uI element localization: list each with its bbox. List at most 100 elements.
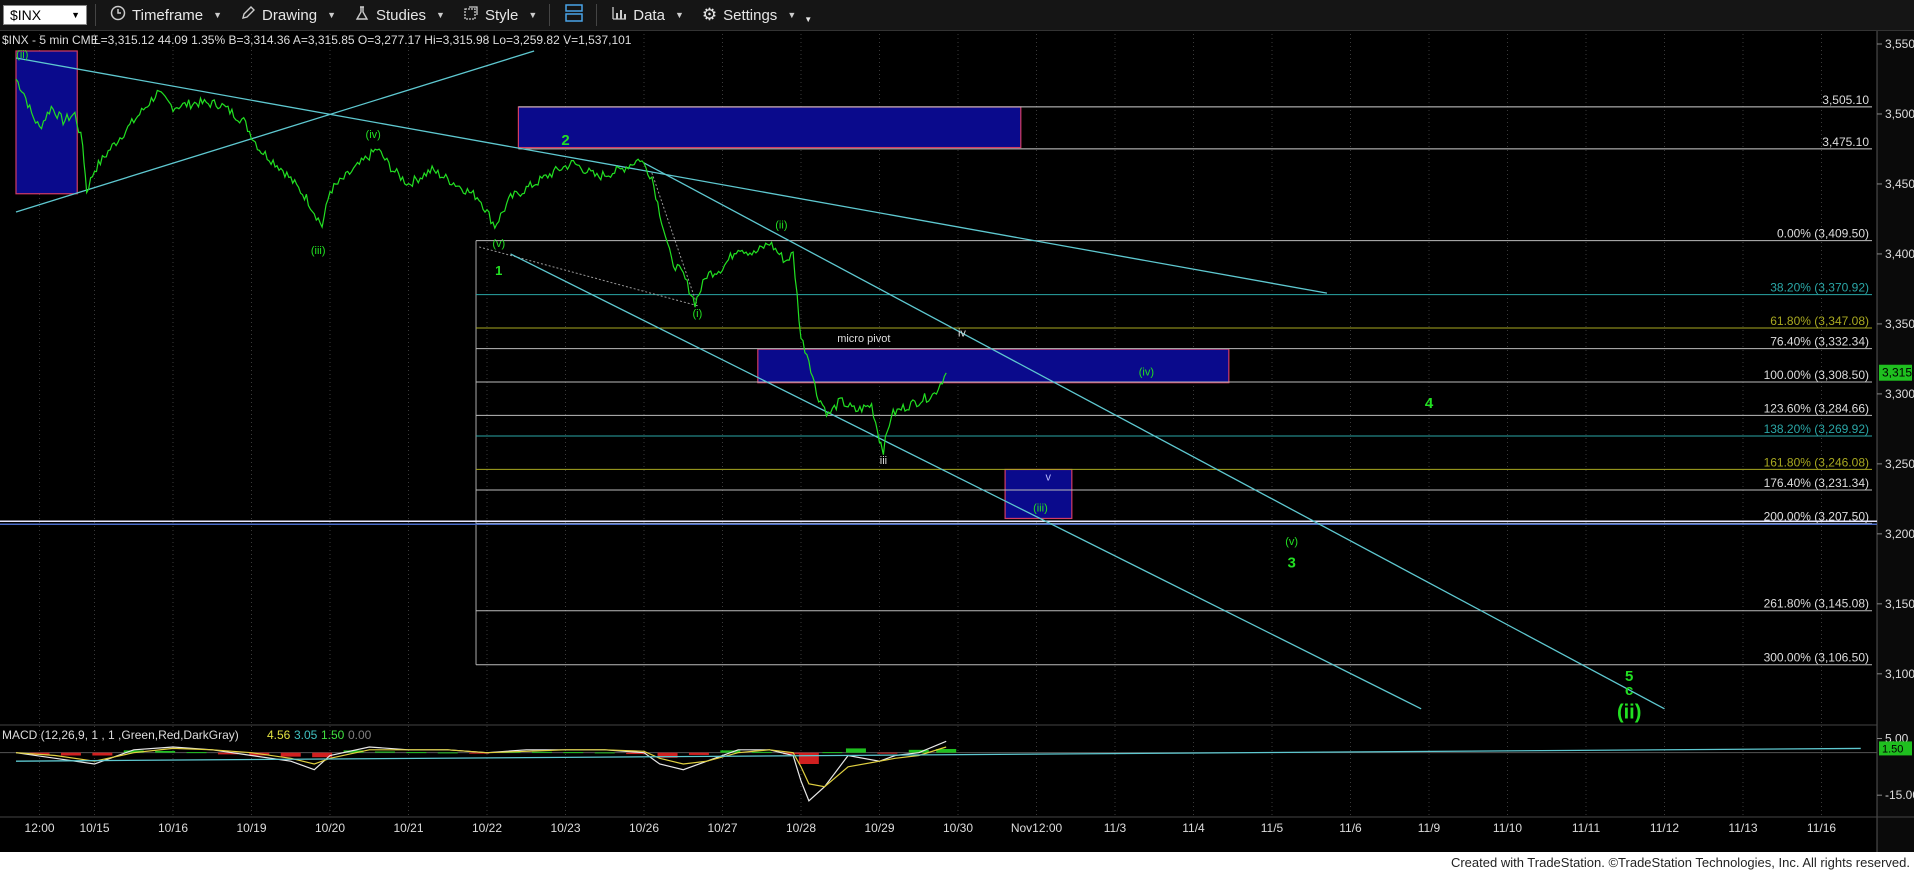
timeframe-menu[interactable]: Timeframe ▼ bbox=[106, 3, 226, 27]
price-chart[interactable]: 12:00 10/15 10/16 10/19 10/20 10/21 10/22 10/23… bbox=[0, 0, 1914, 873]
macd-histogram-bar bbox=[406, 752, 427, 754]
wave-label: (i) bbox=[692, 308, 702, 320]
fib-level-label: 138.20% (3,269.92) bbox=[1764, 422, 1869, 436]
macd-histogram-bar bbox=[594, 752, 615, 754]
style-icon bbox=[463, 5, 479, 25]
macd-value: 3.05 bbox=[294, 728, 318, 742]
pencil-icon bbox=[240, 5, 256, 25]
wave-label: c bbox=[1625, 682, 1633, 699]
style-label: Style bbox=[484, 6, 519, 24]
time-tick-label: 11/11 bbox=[1572, 821, 1601, 835]
macd-histogram-bar bbox=[563, 752, 584, 754]
wave-label: iv bbox=[958, 328, 966, 340]
time-tick-label: 12:00 bbox=[25, 821, 55, 835]
data-menu[interactable]: Data ▼ bbox=[607, 3, 688, 27]
price-tick-label: 3,450.00 bbox=[1885, 177, 1914, 191]
fib-level-label: 61.80% (3,347.08) bbox=[1770, 314, 1869, 328]
toolbar-separator bbox=[596, 4, 598, 26]
macd-histogram-bar bbox=[92, 752, 113, 756]
macd-value: 4.56 bbox=[267, 728, 291, 742]
resistance-label: 3,475.10 bbox=[1822, 135, 1869, 149]
macd-histogram-bar bbox=[688, 752, 709, 755]
price-tick-label: 3,150.00 bbox=[1885, 597, 1914, 611]
wave-label: (iii) bbox=[1033, 502, 1048, 514]
toolbar-overflow[interactable]: ▼ bbox=[800, 3, 816, 27]
chevron-down-icon: ▼ bbox=[327, 10, 336, 20]
wave-label: 2 bbox=[561, 132, 569, 149]
macd-histogram-bar bbox=[60, 752, 81, 756]
symbol-selector[interactable]: $INX ▼ bbox=[3, 5, 87, 25]
time-tick-label: 10/30 bbox=[943, 821, 973, 835]
fib-level-label: 38.20% (3,370.92) bbox=[1770, 281, 1869, 295]
time-tick-label: 10/16 bbox=[158, 821, 188, 835]
toolbar: $INX ▼ Timeframe ▼ Drawing ▼ Studies ▼ S… bbox=[0, 0, 1914, 31]
macd-histogram-bar bbox=[877, 752, 898, 754]
chevron-down-icon: ▼ bbox=[787, 10, 797, 20]
macd-value: 1.50 bbox=[321, 728, 345, 742]
macd-histogram-bar bbox=[155, 750, 176, 753]
macd-histogram-bar bbox=[531, 751, 552, 753]
time-tick-label: Nov12:00 bbox=[1011, 821, 1063, 835]
wave-label: v bbox=[1046, 472, 1052, 484]
fib-level-label: 300.00% (3,106.50) bbox=[1764, 651, 1869, 665]
time-tick-label: 10/20 bbox=[315, 821, 345, 835]
timeframe-label: Timeframe bbox=[132, 6, 204, 24]
settings-label: Settings bbox=[723, 6, 778, 24]
fib-level-label: 0.00% (3,409.50) bbox=[1777, 227, 1869, 241]
macd-histogram-bar bbox=[845, 748, 866, 753]
macd-tick-label: -15.00 bbox=[1885, 788, 1914, 802]
wave-label: (iii) bbox=[311, 245, 326, 257]
fib-level-label: 76.40% (3,332.34) bbox=[1770, 335, 1869, 349]
macd-histogram-bar bbox=[798, 752, 819, 764]
target-zone-box bbox=[15, 50, 78, 195]
time-tick-label: 11/13 bbox=[1728, 821, 1757, 835]
target-zone-box bbox=[517, 106, 1022, 149]
time-tick-label: 10/21 bbox=[393, 821, 423, 835]
footer-credit: Created with TradeStation. ©TradeStation… bbox=[1450, 855, 1910, 870]
price-tick-label: 3,550.00 bbox=[1885, 37, 1914, 51]
time-tick-label: 11/10 bbox=[1493, 821, 1522, 835]
style-menu[interactable]: Style ▼ bbox=[459, 3, 541, 27]
quote-info: L=3,315.12 44.09 1.35% B=3,314.36 A=3,31… bbox=[94, 33, 632, 47]
wave-label: (v) bbox=[1285, 536, 1298, 548]
time-tick-label: 10/15 bbox=[79, 821, 109, 835]
price-tick-label: 3,250.00 bbox=[1885, 457, 1914, 471]
chevron-down-icon: ▼ bbox=[436, 10, 445, 20]
fib-level-label: 176.40% (3,231.34) bbox=[1764, 476, 1869, 490]
time-tick-label: 10/22 bbox=[472, 821, 502, 835]
gear-icon: ⚙ bbox=[701, 5, 718, 24]
wave-label: 1 bbox=[495, 263, 502, 278]
caret-down-icon: ▼ bbox=[804, 14, 813, 24]
price-tick-label: 3,500.00 bbox=[1885, 107, 1914, 121]
drawing-menu[interactable]: Drawing ▼ bbox=[236, 3, 340, 27]
time-tick-label: 11/9 bbox=[1418, 821, 1441, 835]
studies-label: Studies bbox=[376, 6, 427, 24]
macd-histogram-bar bbox=[186, 752, 207, 754]
wave-label: (ii) bbox=[16, 49, 28, 61]
last-price-label: 3,315.12 bbox=[1882, 366, 1914, 380]
wave-label: 4 bbox=[1425, 395, 1434, 412]
macd-histogram-bar bbox=[751, 751, 772, 753]
studies-menu[interactable]: Studies ▼ bbox=[350, 3, 449, 27]
symbol-value: $INX bbox=[10, 7, 42, 23]
time-tick-label: 10/23 bbox=[550, 821, 580, 835]
layout-button[interactable] bbox=[560, 3, 588, 27]
wave-label: (ii) bbox=[775, 220, 787, 232]
price-tick-label: 3,300.00 bbox=[1885, 387, 1914, 401]
macd-histogram-bar bbox=[374, 751, 395, 753]
macd-histogram-bar bbox=[437, 752, 458, 754]
chevron-down-icon: ▼ bbox=[213, 10, 223, 20]
settings-menu[interactable]: ⚙ Settings ▼ bbox=[698, 3, 800, 27]
wave-label: (ii) bbox=[1617, 702, 1641, 724]
wave-label: (iv) bbox=[1139, 367, 1154, 379]
price-tick-label: 3,200.00 bbox=[1885, 527, 1914, 541]
time-tick-label: 11/6 bbox=[1339, 821, 1362, 835]
macd-current-label: 1.50 bbox=[1882, 743, 1903, 755]
macd-histogram-bar bbox=[822, 752, 843, 754]
resistance-label: 3,505.10 bbox=[1822, 93, 1869, 107]
drawing-label: Drawing bbox=[262, 6, 318, 24]
time-tick-label: 10/27 bbox=[707, 821, 737, 835]
price-tick-label: 3,350.00 bbox=[1885, 317, 1914, 331]
time-tick-label: 11/3 bbox=[1104, 821, 1127, 835]
time-tick-label: 11/12 bbox=[1650, 821, 1679, 835]
